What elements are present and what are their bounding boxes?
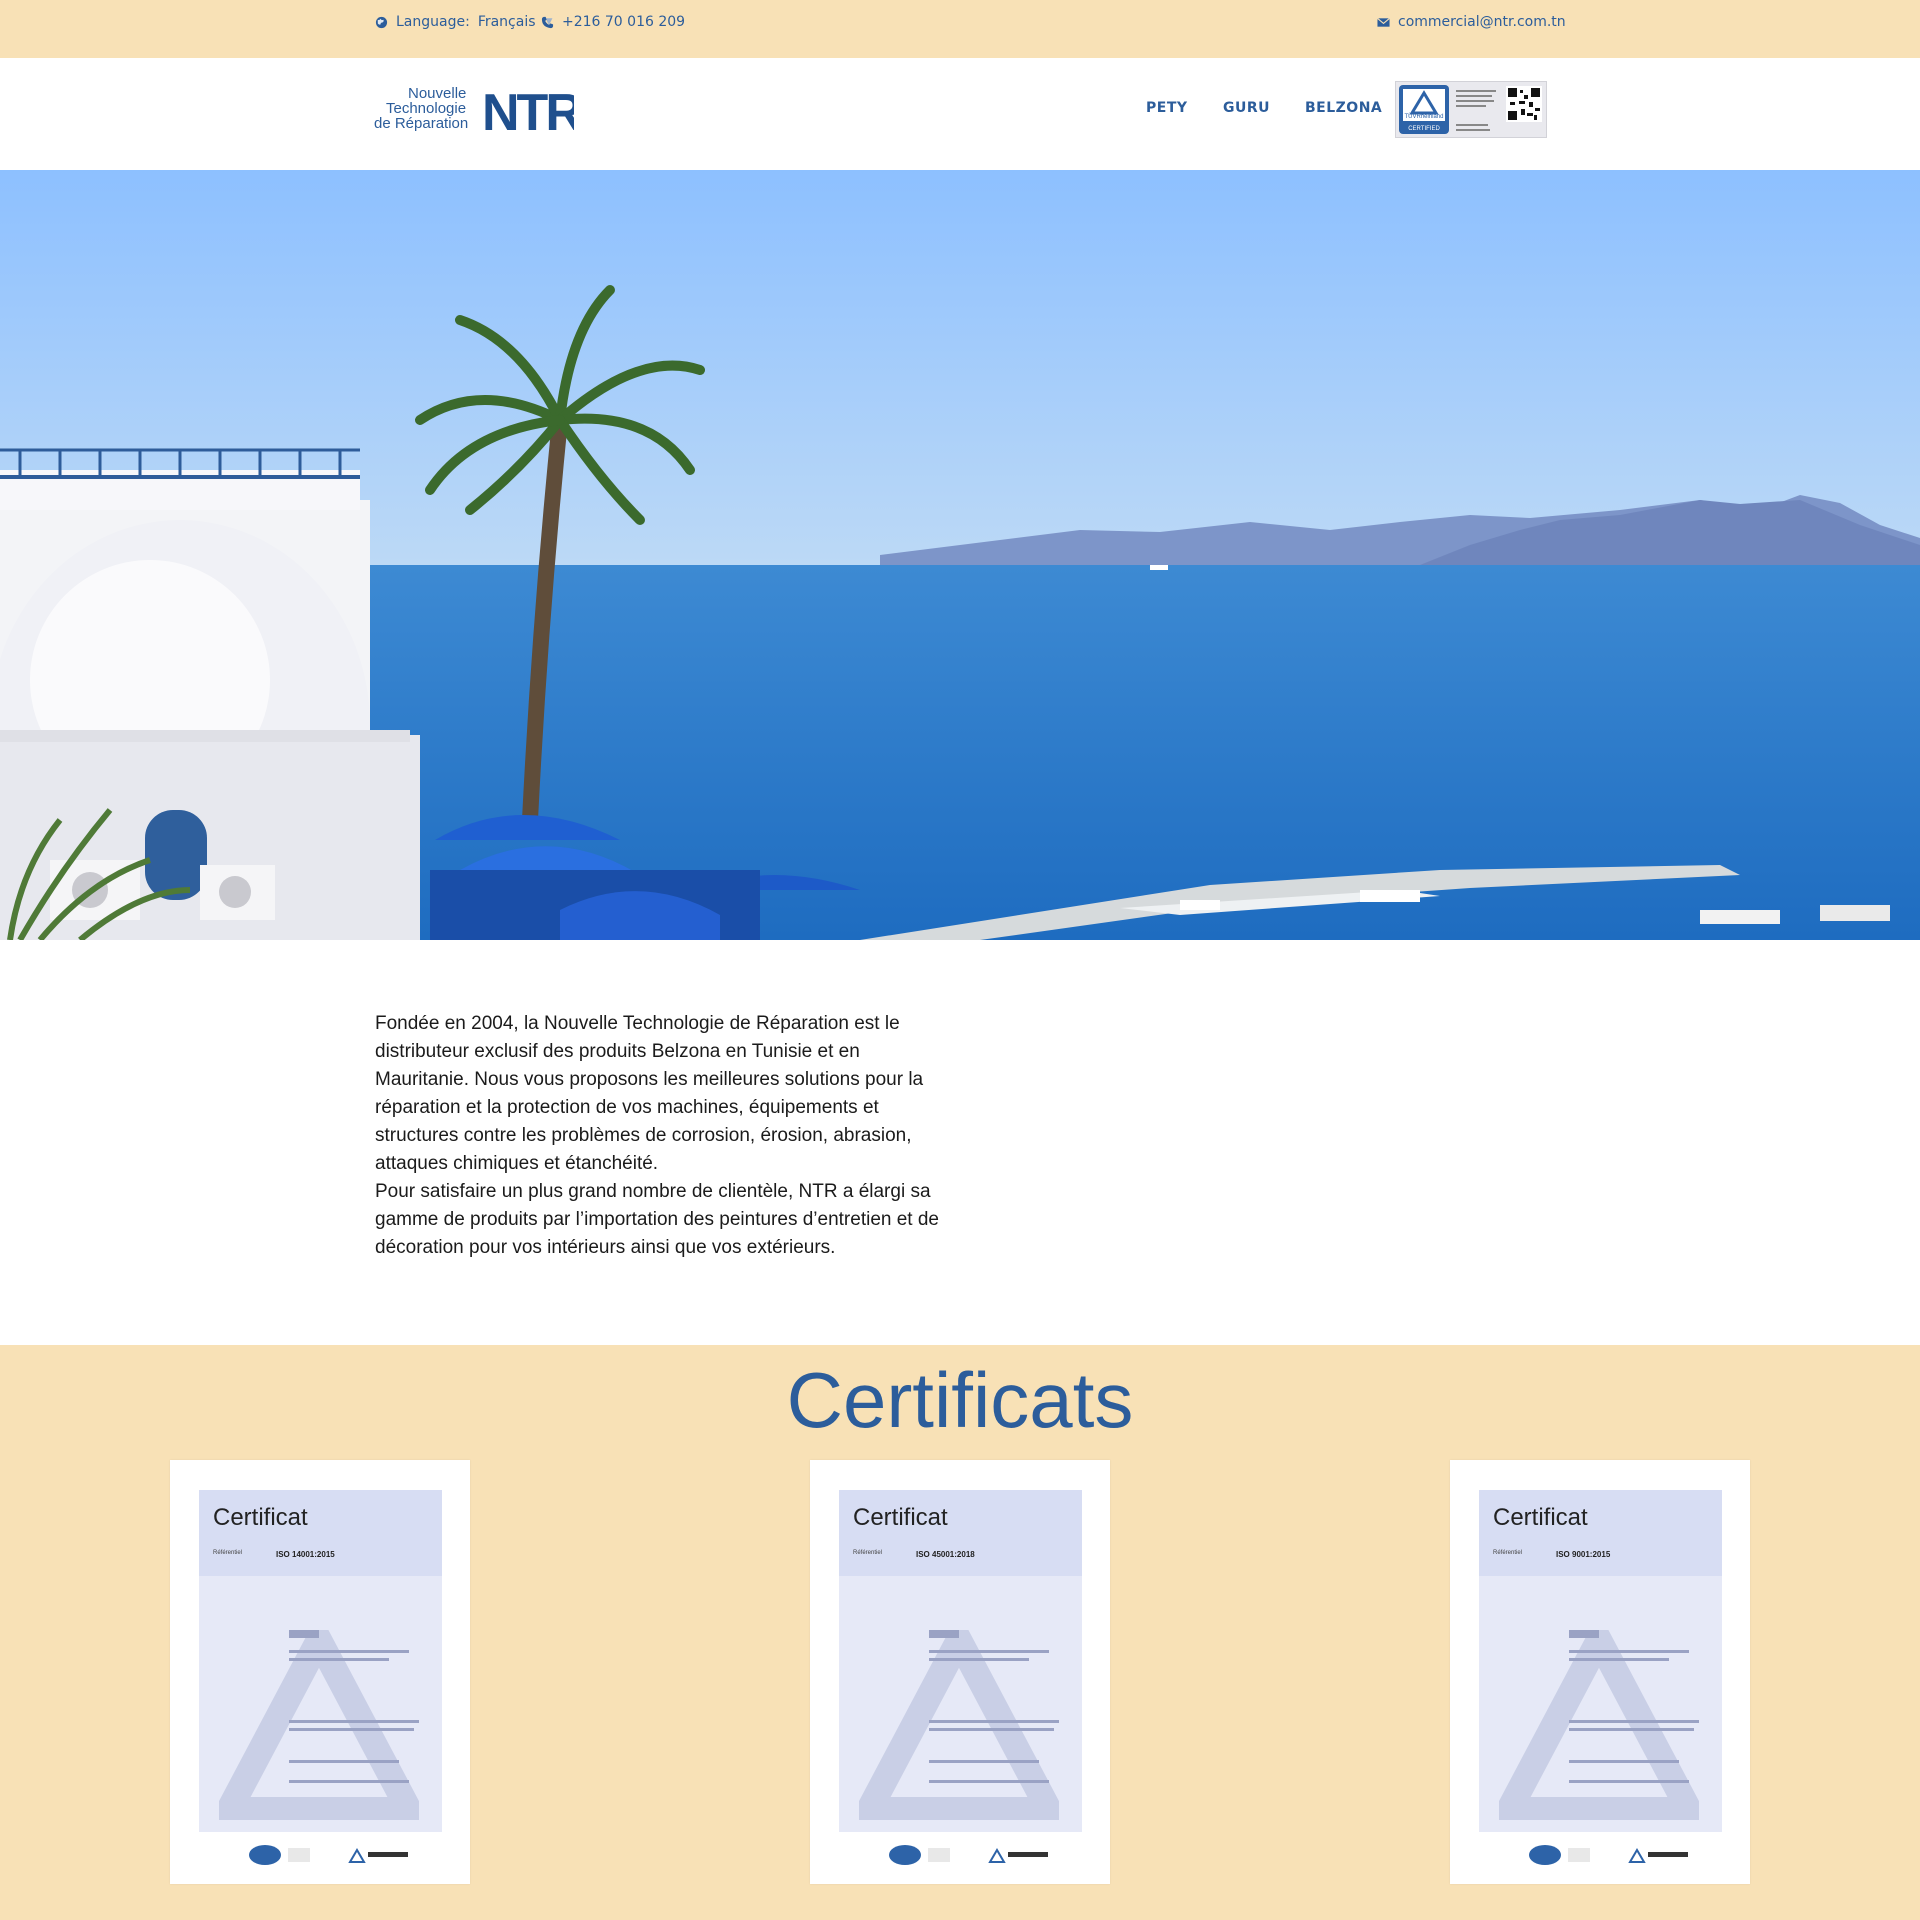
tuv-logo-icon [988,1848,1006,1863]
certificate-card-iso9001[interactable]: Certificat Référentiel ISO 9001:2015 [1450,1460,1750,1884]
dakks-logo-icon [288,1848,310,1862]
certificate-document: Certificat Référentiel ISO 14001:2015 [199,1490,442,1832]
tuv-watermark-icon [1499,1630,1699,1820]
globe-icon [375,16,388,28]
hero-image [0,170,1920,940]
certificate-standard: ISO 14001:2015 [276,1550,335,1559]
certificate-ref-label: Référentiel [213,1550,243,1556]
nav-belzona[interactable]: BELZONA [1305,100,1382,116]
tuv-certification-badge[interactable]: TÜVRheinland CERTIFIED [1395,81,1547,138]
logo-line3: de Réparation [374,115,468,132]
intro-paragraph-2: Pour satisfaire un plus grand nombre de … [375,1181,939,1258]
certificate-standard: ISO 45001:2018 [916,1550,975,1559]
certificate-footer-logos [889,1845,1048,1865]
tuv-logo-icon [1628,1848,1646,1863]
intro-paragraph-1: Fondée en 2004, la Nouvelle Technologie … [375,1013,924,1174]
certificate-standard: ISO 9001:2015 [1556,1550,1611,1559]
language-label: Language: [396,14,470,30]
nav-pety[interactable]: PETY [1146,100,1188,116]
envelope-icon [1377,17,1390,27]
phone-link[interactable]: +216 70 016 209 [541,14,685,30]
nav-guru[interactable]: GURU [1223,100,1270,116]
certificate-footer-logos [249,1845,408,1865]
badge-sub: CERTIFIED [1408,126,1440,132]
certificate-heading: Certificat [1493,1504,1588,1531]
tuv-watermark-icon [859,1630,1059,1820]
iaf-logo-icon [249,1845,281,1865]
certificate-ref-label: Référentiel [1493,1550,1523,1556]
email-address[interactable]: commercial@ntr.com.tn [1398,14,1566,30]
certificate-document: Certificat Référentiel ISO 45001:2018 [839,1490,1082,1832]
phone-number[interactable]: +216 70 016 209 [562,14,685,30]
certificate-footer-logos [1529,1845,1688,1865]
ntr-logo[interactable]: Nouvelle Technologie de Réparation NTR [374,76,574,142]
certificate-heading: Certificat [853,1504,948,1531]
iaf-logo-icon [1529,1845,1561,1865]
tuv-logo-icon [348,1848,366,1863]
tuv-watermark-icon [219,1630,419,1820]
certificates-section: Certificats Certificat Référentiel ISO 1… [0,1345,1920,1920]
certificate-document: Certificat Référentiel ISO 9001:2015 [1479,1490,1722,1832]
site-header: Nouvelle Technologie de Réparation NTR P… [0,58,1920,170]
certificate-card-iso45001[interactable]: Certificat Référentiel ISO 45001:2018 [810,1460,1110,1884]
top-bar: Language: Français ▼ +216 70 016 209 com… [0,0,1920,58]
intro-text: Fondée en 2004, la Nouvelle Technologie … [375,1010,950,1262]
phone-icon [541,16,554,28]
qr-code-icon [1506,86,1542,122]
iaf-logo-icon [889,1845,921,1865]
badge-text: TÜVRheinland [1404,113,1443,120]
logo-mark: NTR [482,84,574,142]
certificates-title: Certificats [786,1356,1134,1444]
tuv-badge-graphic: TÜVRheinland CERTIFIED [1399,85,1542,134]
certificate-heading: Certificat [213,1504,308,1531]
hero-landscape-illustration [0,170,1920,940]
certificate-card-iso14001[interactable]: Certificat Référentiel ISO 14001:2015 [170,1460,470,1884]
certificate-ref-label: Référentiel [853,1550,883,1556]
dakks-logo-icon [928,1848,950,1862]
dakks-logo-icon [1568,1848,1590,1862]
email-link[interactable]: commercial@ntr.com.tn [1377,14,1566,30]
language-value[interactable]: Français [478,14,536,30]
language-selector[interactable]: Language: Français ▼ [375,14,552,30]
